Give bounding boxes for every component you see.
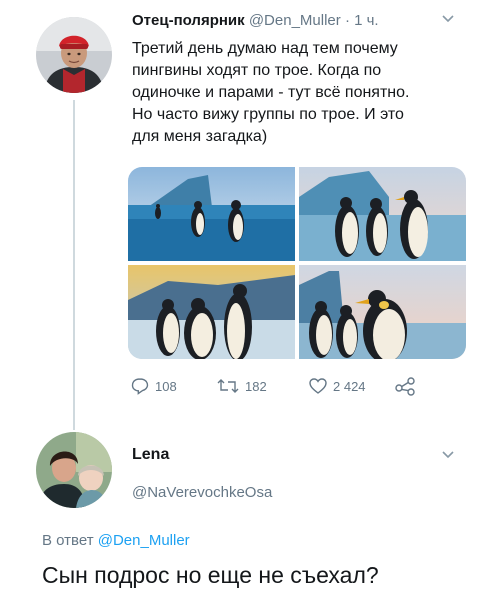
tweet-text-line: одиночке и парами - тут всё понятно. [132,84,410,101]
tweet-text-line: пингвины ходят по трое. Когда по [132,62,382,79]
reply-author-handle[interactable]: @NaVerevochkeOsa [132,484,272,501]
separator-dot: · [344,12,350,29]
chevron-down-icon[interactable] [440,12,456,28]
timestamp[interactable]: 1 ч. [354,12,379,29]
reply-prefix: В ответ [42,532,94,549]
reply-count: 108 [155,378,177,394]
reply-author-name[interactable]: Lena [132,446,169,464]
tweet-text: Третий день думаю над тем почему пингвин… [132,38,472,148]
author-avatar[interactable] [36,17,112,93]
share-button[interactable] [394,376,416,396]
reply-button[interactable]: 108 [130,376,177,396]
reply-text: Сын подрос но еще не съехал? [42,562,379,588]
retweet-count: 182 [245,378,267,394]
thread-line [73,100,75,430]
chevron-down-icon[interactable] [440,448,456,464]
author-name[interactable]: Отец-полярник [132,12,245,29]
retweet-button[interactable]: 182 [216,376,267,396]
like-icon [309,378,327,394]
tweet-header: Отец-полярник @Den_Muller · 1 ч. [132,12,379,29]
reply-author-avatar[interactable] [36,432,112,508]
reply-context: В ответ @Den_Muller [42,532,190,549]
author-handle[interactable]: @Den_Muller [249,12,341,29]
reply-to-link[interactable]: @Den_Muller [98,532,190,549]
share-icon [395,377,415,396]
reply-icon [131,378,149,395]
photo-1[interactable] [128,167,295,261]
tweet-actions: 108 182 2 424 [130,376,450,400]
like-button[interactable]: 2 424 [308,376,366,396]
photo-4[interactable] [299,265,466,359]
tweet-text-line: Третий день думаю над тем почему [132,40,398,57]
photo-3[interactable] [128,265,295,359]
media-grid[interactable] [128,167,466,359]
retweet-icon [217,379,239,393]
tweet-text-line: для меня загадка) [132,128,268,145]
tweet-text-line: Но часто вижу группы по трое. И это [132,106,404,123]
photo-2[interactable] [299,167,466,261]
like-count: 2 424 [333,378,366,394]
